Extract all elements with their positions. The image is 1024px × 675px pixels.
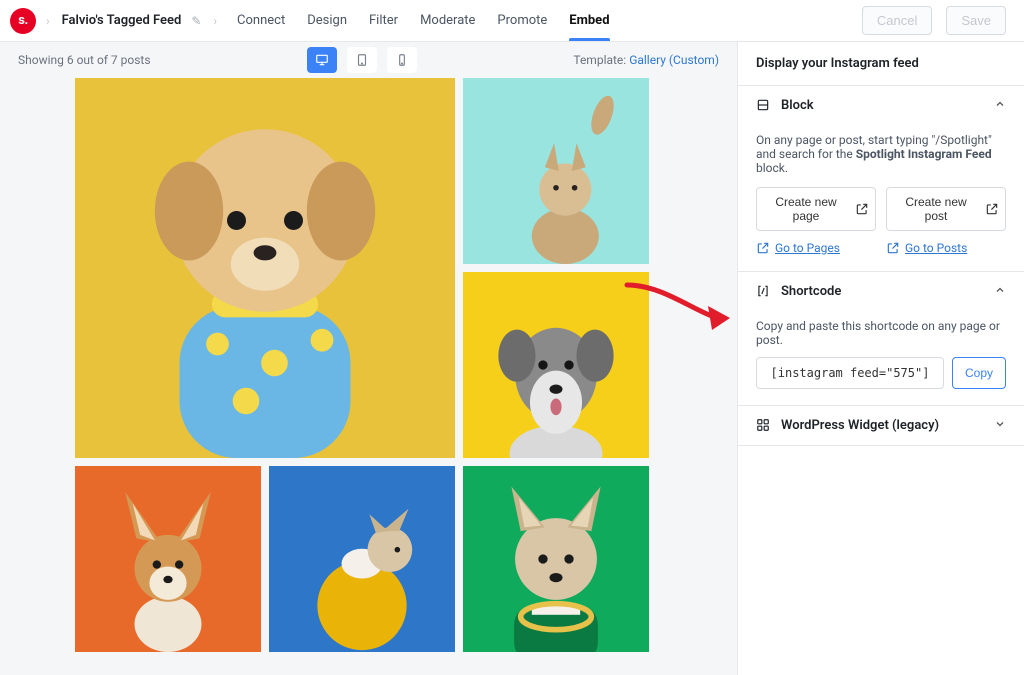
preview-canvas: Showing 6 out of 7 posts bbox=[0, 42, 738, 675]
device-tablet-button[interactable] bbox=[347, 47, 377, 73]
tab-embed[interactable]: Embed bbox=[569, 1, 609, 40]
chevron-right-icon: › bbox=[209, 14, 221, 28]
feed-tile-2[interactable] bbox=[463, 78, 649, 264]
panel-shortcode: Shortcode Copy and paste this shortcode … bbox=[738, 272, 1024, 406]
chevron-up-icon bbox=[994, 98, 1006, 113]
copy-shortcode-button[interactable]: Copy bbox=[952, 357, 1006, 389]
template-link[interactable]: Gallery (Custom) bbox=[629, 53, 719, 67]
panel-widget-header[interactable]: WordPress Widget (legacy) bbox=[738, 406, 1024, 445]
tab-promote[interactable]: Promote bbox=[497, 1, 547, 40]
chevron-down-icon bbox=[994, 418, 1006, 433]
desktop-icon bbox=[315, 53, 329, 67]
widget-icon bbox=[756, 418, 771, 433]
tab-design[interactable]: Design bbox=[307, 1, 347, 40]
shortcode-icon bbox=[756, 284, 771, 299]
brand-logo: s. bbox=[10, 8, 36, 34]
device-toggle bbox=[307, 47, 417, 73]
panel-shortcode-header[interactable]: Shortcode bbox=[738, 272, 1024, 311]
tablet-icon bbox=[355, 53, 369, 67]
cancel-button[interactable]: Cancel bbox=[862, 6, 932, 35]
external-link-icon bbox=[985, 202, 999, 216]
save-button[interactable]: Save bbox=[946, 6, 1006, 35]
tab-filter[interactable]: Filter bbox=[369, 1, 398, 40]
template-label: Template: Gallery (Custom) bbox=[573, 53, 719, 67]
main-tabs: Connect Design Filter Moderate Promote E… bbox=[237, 1, 609, 40]
panel-block: Block On any page or post, start typing … bbox=[738, 86, 1024, 272]
external-link-icon bbox=[886, 241, 900, 255]
feed-title[interactable]: Falvio's Tagged Feed bbox=[60, 13, 184, 28]
panel-widget-title: WordPress Widget (legacy) bbox=[781, 418, 939, 433]
canvas-toolbar: Showing 6 out of 7 posts bbox=[0, 42, 737, 78]
external-link-icon bbox=[855, 202, 869, 216]
feed-tile-3[interactable] bbox=[463, 272, 649, 458]
shortcode-description: Copy and paste this shortcode on any pag… bbox=[756, 319, 1006, 347]
create-new-post-button[interactable]: Create new post bbox=[886, 187, 1006, 231]
panel-block-header[interactable]: Block bbox=[738, 86, 1024, 125]
device-desktop-button[interactable] bbox=[307, 47, 337, 73]
feed-tile-4[interactable] bbox=[75, 466, 261, 652]
post-count: Showing 6 out of 7 posts bbox=[18, 53, 151, 67]
block-description: On any page or post, start typing "/Spot… bbox=[756, 133, 1006, 175]
tab-moderate[interactable]: Moderate bbox=[420, 1, 475, 40]
feed-grid bbox=[75, 78, 662, 652]
panel-widget: WordPress Widget (legacy) bbox=[738, 406, 1024, 446]
pencil-icon[interactable]: ✎ bbox=[189, 14, 203, 28]
chevron-up-icon bbox=[994, 284, 1006, 299]
panel-shortcode-title: Shortcode bbox=[781, 284, 841, 299]
feed-tile-6[interactable] bbox=[463, 466, 649, 652]
tab-connect[interactable]: Connect bbox=[237, 1, 285, 40]
embed-sidebar: Display your Instagram feed Block On any… bbox=[738, 42, 1024, 675]
app-header: s. › Falvio's Tagged Feed ✎ › Connect De… bbox=[0, 0, 1024, 42]
go-to-posts-link[interactable]: Go to Posts bbox=[886, 241, 1006, 255]
mobile-icon bbox=[395, 53, 409, 67]
feed-tile-1[interactable] bbox=[75, 78, 455, 458]
go-to-pages-link[interactable]: Go to Pages bbox=[756, 241, 876, 255]
device-mobile-button[interactable] bbox=[387, 47, 417, 73]
panel-block-title: Block bbox=[781, 98, 814, 113]
shortcode-value[interactable]: [instagram feed="575"] bbox=[756, 357, 944, 389]
external-link-icon bbox=[756, 241, 770, 255]
sidebar-title: Display your Instagram feed bbox=[738, 42, 1024, 86]
feed-tile-5[interactable] bbox=[269, 466, 455, 652]
block-icon bbox=[756, 98, 771, 113]
chevron-right-icon: › bbox=[42, 14, 54, 28]
create-new-page-button[interactable]: Create new page bbox=[756, 187, 876, 231]
